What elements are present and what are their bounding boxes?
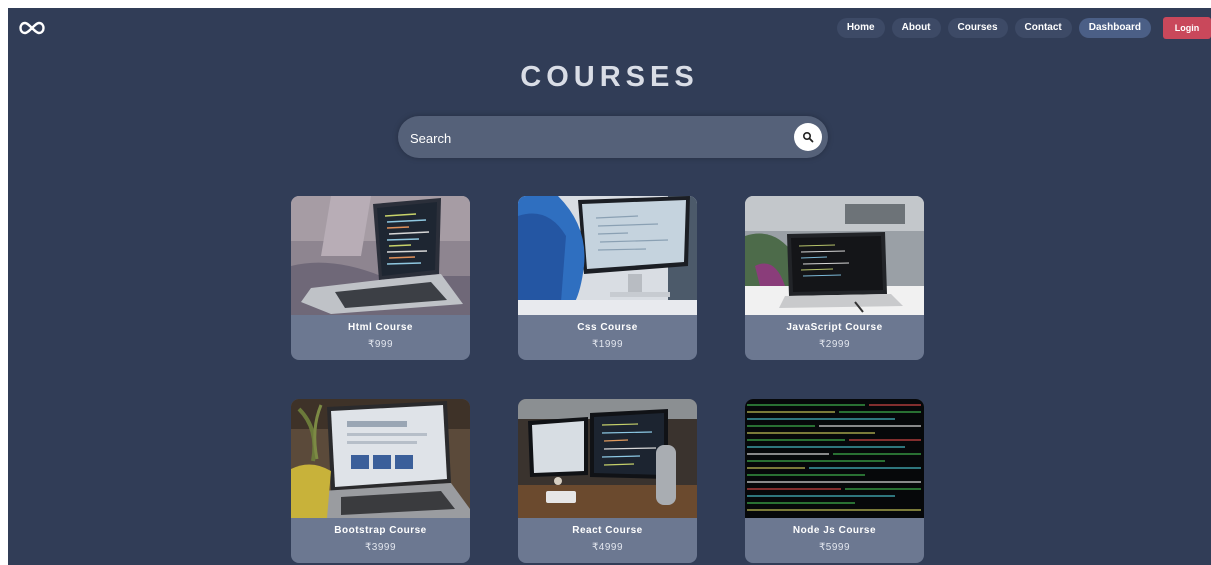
course-card-react[interactable]: React Course ₹4999 xyxy=(518,399,697,563)
course-title: JavaScript Course xyxy=(786,322,883,333)
laptop-desk-photo xyxy=(745,196,924,315)
search-icon xyxy=(802,131,814,143)
nav-home[interactable]: Home xyxy=(836,18,885,38)
search-button[interactable] xyxy=(794,123,822,151)
course-title: React Course xyxy=(572,525,643,536)
course-price: ₹1999 xyxy=(591,339,624,350)
course-card-html[interactable]: Html Course ₹999 xyxy=(291,196,470,360)
course-price: ₹5999 xyxy=(818,542,851,553)
laptop-code-photo xyxy=(291,196,470,315)
course-title: Html Course xyxy=(348,322,413,333)
course-title: Node Js Course xyxy=(792,525,877,536)
nav-dashboard[interactable]: Dashboard xyxy=(1078,18,1151,38)
search-bar xyxy=(398,116,828,160)
dual-monitor-photo xyxy=(518,399,697,518)
nav-contact[interactable]: Contact xyxy=(1014,18,1072,38)
page: Home About Courses Contact Dashboard Log… xyxy=(8,8,1211,565)
course-price: ₹2999 xyxy=(818,339,851,350)
course-price: ₹3999 xyxy=(364,542,397,553)
course-card-css[interactable]: Css Course ₹1999 xyxy=(518,196,697,360)
course-card-bootstrap[interactable]: Bootstrap Course ₹3999 xyxy=(291,399,470,563)
course-title: Bootstrap Course xyxy=(334,525,427,536)
search-input[interactable] xyxy=(408,116,792,160)
main-nav: Home About Courses Contact Dashboard xyxy=(836,18,1151,38)
infinity-icon[interactable] xyxy=(18,20,46,36)
laptop-plant-photo xyxy=(291,399,470,518)
login-button[interactable]: Login xyxy=(1163,17,1211,39)
course-card-nodejs[interactable]: Node Js Course ₹5999 xyxy=(745,399,924,563)
green-code-screen-photo xyxy=(745,399,924,518)
course-price: ₹999 xyxy=(367,339,394,350)
nav-about[interactable]: About xyxy=(891,18,941,38)
page-title: COURSES xyxy=(520,61,699,93)
nav-courses[interactable]: Courses xyxy=(947,18,1008,38)
course-card-javascript[interactable]: JavaScript Course ₹2999 xyxy=(745,196,924,360)
course-price: ₹4999 xyxy=(591,542,624,553)
monitor-coder-photo xyxy=(518,196,697,315)
course-title: Css Course xyxy=(577,322,638,333)
